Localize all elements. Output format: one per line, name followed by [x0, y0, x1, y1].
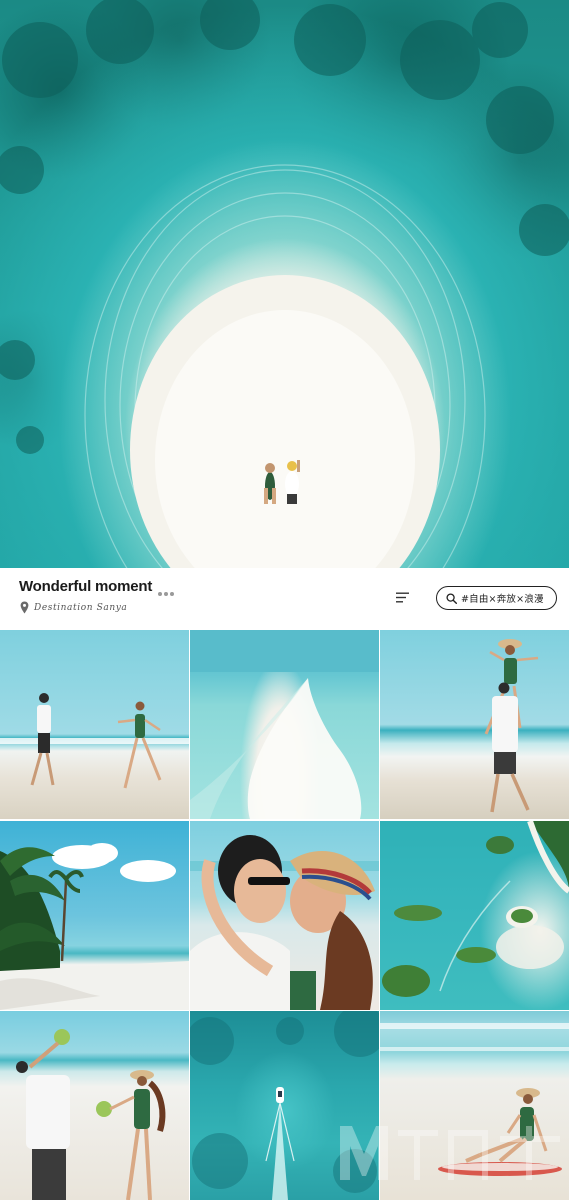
beach-walk-scene: [0, 693, 189, 789]
boat-scene: [190, 1011, 379, 1200]
tag-text: #自由×奔放×浪漫: [461, 594, 544, 605]
photo-aerial-islands[interactable]: [380, 821, 569, 1010]
photo-couple-beach-walk[interactable]: [0, 630, 189, 819]
sandbar-scene: [190, 630, 379, 819]
photo-couple-kiss[interactable]: [190, 821, 379, 1010]
kiss-scene: [190, 835, 379, 1010]
tag-search-pill[interactable]: #自由×奔放×浪漫: [436, 586, 557, 610]
surfboard-scene: [380, 1023, 569, 1176]
couple-figure: [264, 460, 300, 504]
photo-shoulder-ride[interactable]: [380, 630, 569, 819]
search-icon: [446, 592, 457, 604]
islands-scene: [382, 821, 569, 997]
location-label: Destination Sanya: [34, 603, 128, 613]
photo-surfboard-pose[interactable]: [380, 1011, 569, 1200]
palm-beach-scene: [0, 843, 189, 1010]
menu-lines-icon[interactable]: [396, 592, 409, 603]
photo-palm-beach[interactable]: [0, 821, 189, 1010]
coconut-scene: [16, 1029, 166, 1200]
shoulder-ride-scene: [484, 639, 539, 813]
photo-grid: [0, 630, 569, 1200]
photo-aerial-sandbar[interactable]: [190, 630, 379, 819]
album-title: Wonderful moment: [19, 578, 153, 595]
more-dots-icon[interactable]: [158, 583, 176, 596]
location-pin-icon: [20, 601, 29, 614]
photo-aerial-boat[interactable]: [190, 1011, 379, 1200]
hero-photo-aerial-sandbar[interactable]: [0, 0, 569, 568]
photo-coconut-drink[interactable]: [0, 1011, 189, 1200]
